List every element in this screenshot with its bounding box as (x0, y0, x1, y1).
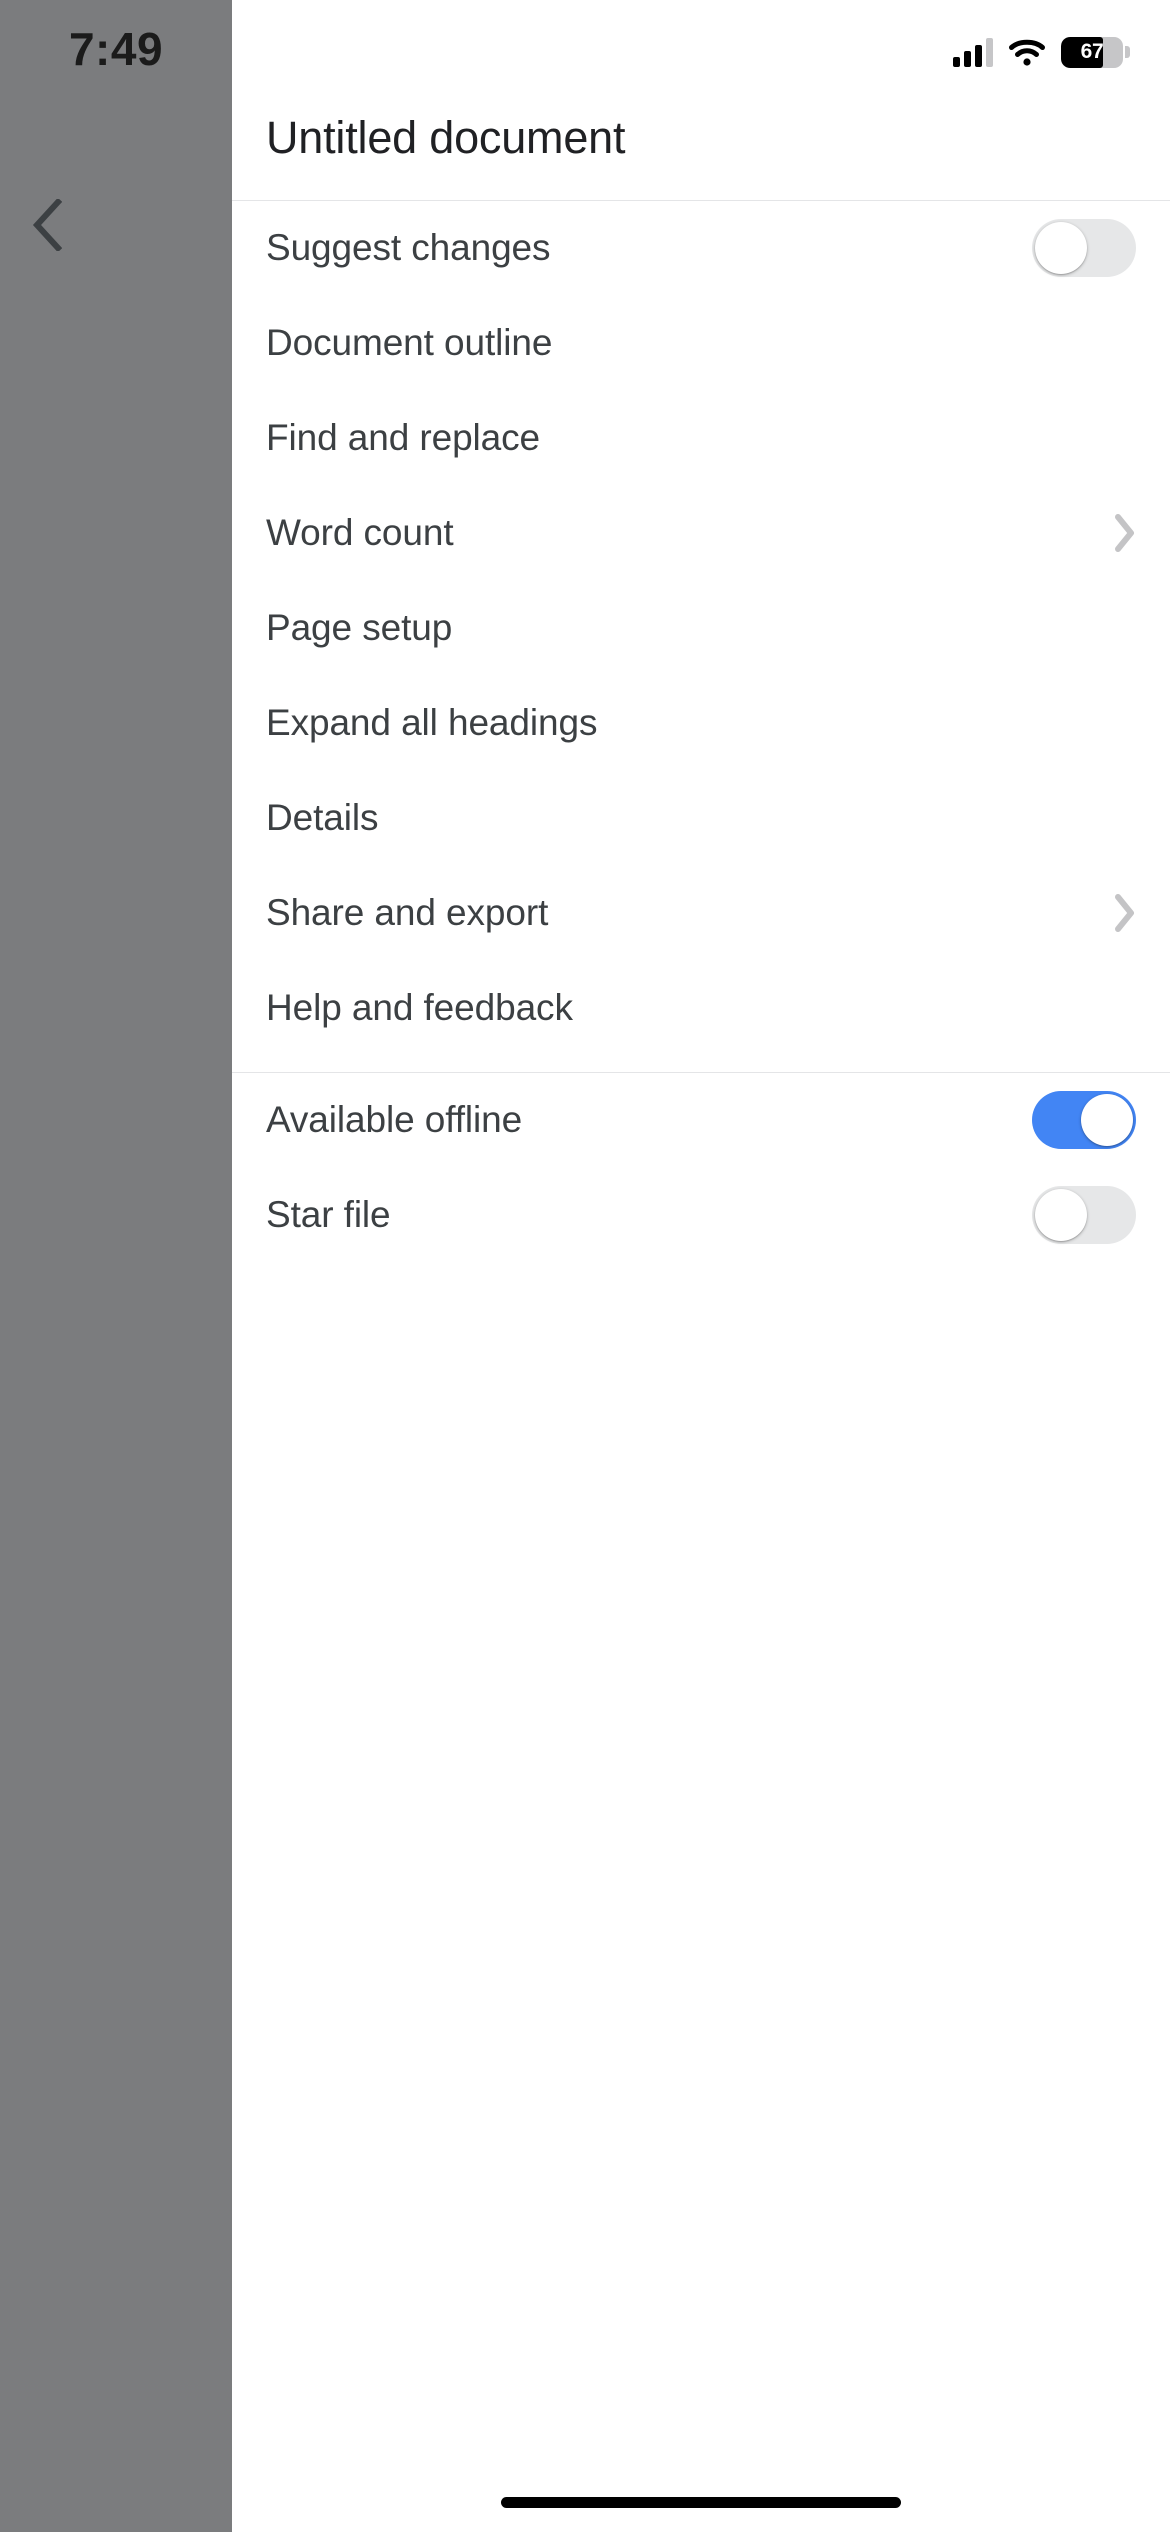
menu-item-trailing (1026, 1090, 1136, 1149)
chevron-left-icon (32, 199, 62, 251)
chevron-right-icon (1114, 513, 1136, 553)
chevron-right-icon (1114, 893, 1136, 933)
menu-item-label: Page setup (266, 606, 453, 648)
menu-item-expand-all-headings[interactable]: Expand all headings (232, 675, 1170, 770)
menu-item-label: Available offline (266, 1098, 523, 1140)
toggle-knob (1035, 1188, 1087, 1241)
menu-item-trailing (1026, 218, 1136, 277)
menu-item-label: Star file (266, 1193, 391, 1235)
menu-item-trailing (1026, 893, 1136, 933)
home-indicator[interactable] (501, 2497, 901, 2508)
battery-percent-label: 67 (1080, 40, 1104, 63)
status-bar-clock: 7:49 (68, 23, 164, 75)
menu-item-page-setup[interactable]: Page setup (232, 580, 1170, 675)
menu-item-star-file[interactable]: Star file (232, 1167, 1170, 1262)
menu-item-label: Expand all headings (266, 701, 598, 743)
suggest-changes-toggle[interactable] (1032, 218, 1136, 277)
back-button[interactable] (16, 186, 78, 264)
menu-list: Suggest changes Document outline Find an… (232, 200, 1170, 1055)
toggle-knob (1035, 221, 1087, 274)
phone-screen: 7:49 67 Untitled document Suggest change… (0, 0, 1170, 2532)
menu-item-trailing (1026, 513, 1136, 553)
menu-item-label: Suggest changes (266, 226, 551, 268)
page-title: Untitled document (266, 112, 626, 163)
menu-item-word-count[interactable]: Word count (232, 485, 1170, 580)
options-sheet: 67 Untitled document Suggest changes Doc… (232, 0, 1170, 2532)
menu-item-find-and-replace[interactable]: Find and replace (232, 390, 1170, 485)
background-scrim[interactable]: 7:49 (0, 0, 232, 2532)
battery-cap-icon (1125, 46, 1130, 58)
menu-item-share-and-export[interactable]: Share and export (232, 865, 1170, 960)
menu-item-suggest-changes[interactable]: Suggest changes (232, 200, 1170, 295)
menu-item-details[interactable]: Details (232, 770, 1170, 865)
menu-item-help-and-feedback[interactable]: Help and feedback (232, 960, 1170, 1055)
available-offline-toggle[interactable] (1032, 1090, 1136, 1149)
star-file-toggle[interactable] (1032, 1185, 1136, 1244)
status-bar-icons: 67 (953, 30, 1130, 74)
menu-item-label: Share and export (266, 891, 549, 933)
menu-item-document-outline[interactable]: Document outline (232, 295, 1170, 390)
menu-item-trailing (1026, 1185, 1136, 1244)
battery-icon: 67 (1061, 36, 1130, 68)
cellular-bars-icon (953, 37, 993, 67)
offline-section: Available offline Star file (232, 1072, 1170, 1262)
menu-item-label: Details (266, 796, 379, 838)
menu-item-label: Find and replace (266, 416, 541, 458)
menu-item-label: Document outline (266, 321, 553, 363)
menu-item-available-offline[interactable]: Available offline (232, 1072, 1170, 1167)
menu-item-label: Help and feedback (266, 986, 573, 1028)
menu-item-label: Word count (266, 511, 454, 553)
wifi-icon (1009, 38, 1045, 66)
toggle-knob (1081, 1093, 1133, 1146)
